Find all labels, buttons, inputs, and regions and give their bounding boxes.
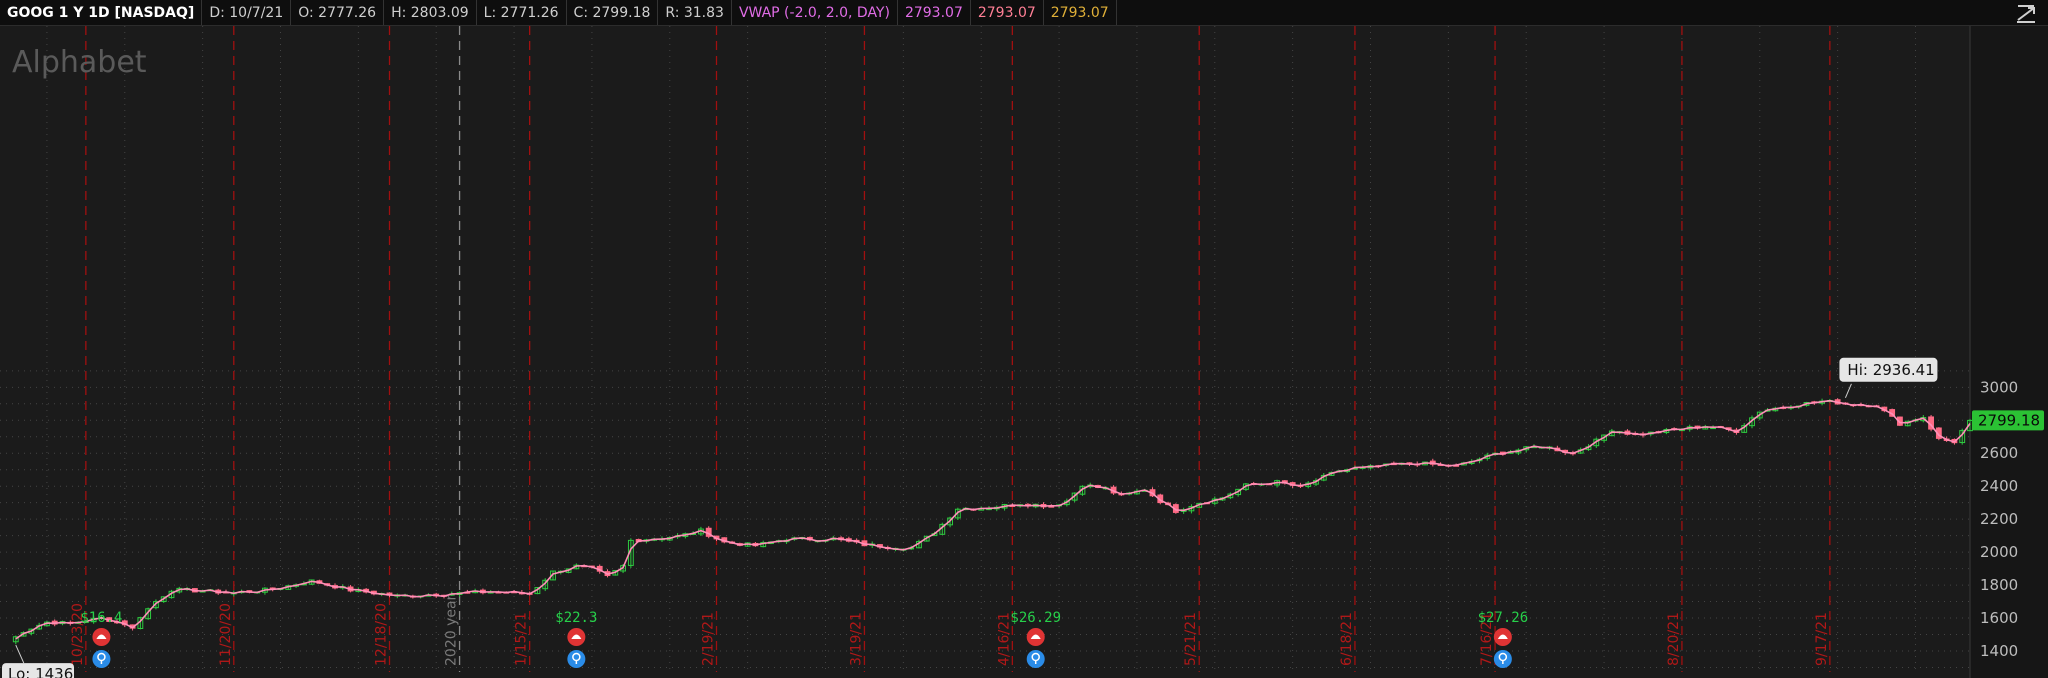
company-watermark: Alphabet [12,45,147,80]
date-value: D: 10/7/21 [202,0,292,25]
price-tick-label: 2400 [1980,477,2018,495]
price-tick-label: 2600 [1980,444,2018,462]
chart-background [0,26,2048,678]
phone-icon[interactable] [92,628,111,646]
vwap-value-3: 2793.07 [1044,0,1117,25]
lightbulb-icon[interactable] [1493,650,1512,668]
vwap-study-label[interactable]: VWAP (-2.0, 2.0, DAY) [732,0,898,25]
period-date-label: 12/18/20 [374,603,390,666]
price-tick-label: 1400 [1980,642,2018,660]
price-tick-label: 2000 [1980,543,2018,561]
phone-icon[interactable] [1026,628,1045,646]
price-chart[interactable]: 10/23/20 11/20/20 12/18/20 1/15/21 2/19/21 3/… [0,26,2048,678]
period-date-label: 9/17/21 [1814,612,1830,666]
price-tick-label: 2200 [1980,510,2018,528]
chart-style-icon[interactable] [2014,2,2040,24]
info-circle [567,650,586,668]
period-date-label: 11/20/20 [218,603,234,666]
price-tick-label: 1600 [1980,609,2018,627]
high-callout-label: Hi: 2936.41 [1847,361,1934,379]
lightbulb-icon[interactable] [567,650,586,668]
dividend-label: $22.3 [555,610,597,626]
dividend-label: $16.4 [80,610,122,626]
period-date-label: 2/19/21 [701,612,717,666]
period-date-label: 6/18/21 [1339,612,1355,666]
chart-header: GOOG 1 Y 1D [NASDAQ] D: 10/7/21 O: 2777.… [0,0,2048,26]
period-date-label: 8/20/21 [1666,612,1682,666]
range-value: R: 31.83 [658,0,732,25]
phone-icon[interactable] [1493,628,1512,646]
grid [0,26,2048,678]
period-date-label: 3/19/21 [848,612,864,666]
lightbulb-icon[interactable] [1026,650,1045,668]
price-tick-label: 1800 [1980,576,2018,594]
dividend-label: $26.29 [1010,610,1061,626]
period-date-label: 1/15/21 [514,612,530,666]
info-circle [1493,650,1512,668]
period-date-label: 5/21/21 [1183,612,1199,666]
phone-icon[interactable] [567,628,586,646]
low-value: L: 2771.26 [477,0,567,25]
lightbulb-icon[interactable] [92,650,111,668]
open-value: O: 2777.26 [291,0,385,25]
price-tick-label: 3000 [1980,378,2018,396]
close-value: C: 2799.18 [567,0,659,25]
dividend-label: $27.26 [1478,610,1529,626]
low-callout-label: Lo: 1436 [8,665,73,678]
current-price-label: 2799.18 [1978,411,2040,429]
year-label: 2020 year [444,594,460,666]
info-circle [1026,650,1045,668]
vwap-value-2: 2793.07 [971,0,1044,25]
vwap-value-1: 2793.07 [898,0,971,25]
high-value: H: 2803.09 [384,0,477,25]
symbol-label[interactable]: GOOG 1 Y 1D [NASDAQ] [0,0,203,25]
info-circle [92,650,111,668]
